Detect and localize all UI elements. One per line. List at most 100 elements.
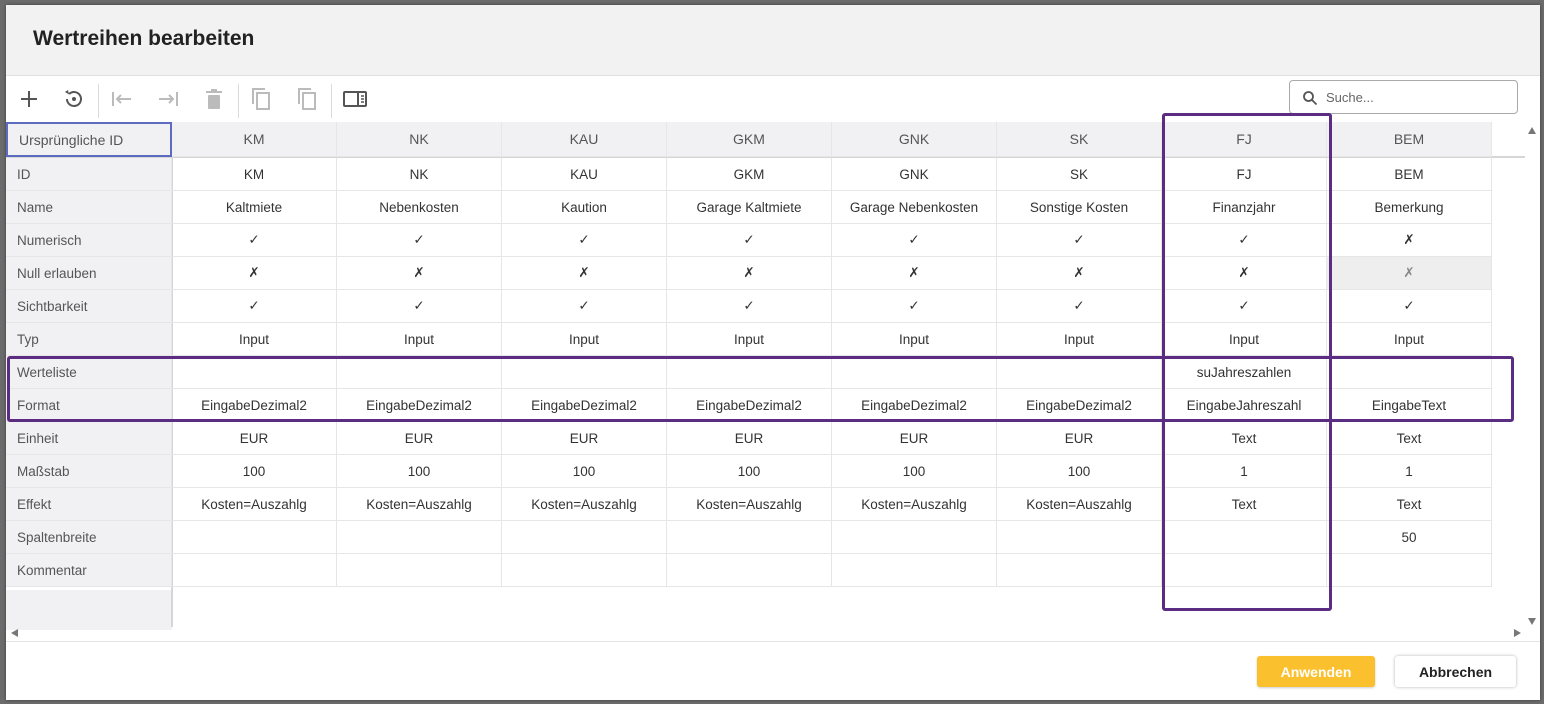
grid-cell[interactable]: ✗: [1327, 257, 1492, 290]
grid-cell[interactable]: Kaltmiete: [172, 191, 337, 224]
column-header[interactable]: KM: [172, 122, 337, 157]
grid-cell[interactable]: ✗: [502, 257, 667, 290]
grid-cell[interactable]: [667, 521, 832, 554]
grid-cell[interactable]: 100: [172, 455, 337, 488]
grid-cell[interactable]: EUR: [832, 422, 997, 455]
apply-button[interactable]: Anwenden: [1257, 656, 1375, 687]
grid-cell[interactable]: 100: [832, 455, 997, 488]
grid-cell[interactable]: EingabeText: [1327, 389, 1492, 422]
grid-cell[interactable]: Kosten=Auszahlg: [502, 488, 667, 521]
grid-cell[interactable]: EingabeDezimal2: [502, 389, 667, 422]
grid-cell[interactable]: EUR: [997, 422, 1162, 455]
grid-cell[interactable]: [337, 554, 502, 587]
grid-cell[interactable]: Input: [1327, 323, 1492, 356]
copy-alt-button[interactable]: [292, 84, 322, 114]
grid-cell[interactable]: SK: [997, 158, 1162, 191]
grid-cell[interactable]: ✓: [337, 224, 502, 257]
move-left-button[interactable]: [107, 84, 137, 114]
grid-cell[interactable]: [172, 356, 337, 389]
grid-cell[interactable]: Text: [1162, 422, 1327, 455]
horizontal-scrollbar[interactable]: [6, 625, 1525, 639]
grid-cell[interactable]: [337, 356, 502, 389]
grid-cell[interactable]: GNK: [832, 158, 997, 191]
grid-cell[interactable]: ✓: [172, 290, 337, 323]
grid-cell[interactable]: Nebenkosten: [337, 191, 502, 224]
grid-cell[interactable]: KM: [172, 158, 337, 191]
grid-cell[interactable]: ✓: [997, 290, 1162, 323]
grid-cell[interactable]: [832, 554, 997, 587]
grid-cell[interactable]: Input: [502, 323, 667, 356]
grid-cell[interactable]: [667, 554, 832, 587]
grid-cell[interactable]: [1162, 554, 1327, 587]
grid-cell[interactable]: EUR: [502, 422, 667, 455]
column-header[interactable]: NK: [337, 122, 502, 157]
grid-cell[interactable]: GKM: [667, 158, 832, 191]
grid-cell[interactable]: Kaution: [502, 191, 667, 224]
grid-cell[interactable]: EingabeJahreszahl: [1162, 389, 1327, 422]
grid-cell[interactable]: ✗: [832, 257, 997, 290]
grid-cell[interactable]: ✓: [832, 224, 997, 257]
copy-button[interactable]: [246, 84, 276, 114]
grid-cell[interactable]: KAU: [502, 158, 667, 191]
column-header[interactable]: GKM: [667, 122, 832, 157]
grid-cell[interactable]: 100: [337, 455, 502, 488]
corner-header[interactable]: Ursprüngliche ID: [6, 122, 172, 157]
cancel-button[interactable]: Abbrechen: [1395, 656, 1516, 687]
grid-cell[interactable]: [502, 356, 667, 389]
move-right-button[interactable]: [153, 84, 183, 114]
grid-cell[interactable]: [667, 356, 832, 389]
grid-cell[interactable]: ✓: [1327, 290, 1492, 323]
grid-cell[interactable]: suJahreszahlen: [1162, 356, 1327, 389]
grid-cell[interactable]: [172, 521, 337, 554]
grid-cell[interactable]: EUR: [667, 422, 832, 455]
scroll-right-icon[interactable]: [1514, 629, 1521, 637]
grid-cell[interactable]: 100: [997, 455, 1162, 488]
search-input[interactable]: [1326, 87, 1506, 107]
column-view-button[interactable]: [340, 84, 370, 114]
scroll-down-icon[interactable]: [1528, 618, 1536, 625]
column-header[interactable]: KAU: [502, 122, 667, 157]
grid-cell[interactable]: Kosten=Auszahlg: [172, 488, 337, 521]
grid-cell[interactable]: ✓: [1162, 290, 1327, 323]
grid-cell[interactable]: ✓: [172, 224, 337, 257]
scroll-up-icon[interactable]: [1528, 127, 1536, 134]
grid-cell[interactable]: EUR: [172, 422, 337, 455]
column-header[interactable]: GNK: [832, 122, 997, 157]
grid-cell[interactable]: [1327, 554, 1492, 587]
scroll-left-icon[interactable]: [11, 629, 18, 637]
grid-cell[interactable]: 100: [667, 455, 832, 488]
grid-cell[interactable]: [997, 521, 1162, 554]
grid-cell[interactable]: ✓: [337, 290, 502, 323]
search-box[interactable]: [1289, 80, 1518, 114]
grid-cell[interactable]: [997, 356, 1162, 389]
grid-cell[interactable]: EingabeDezimal2: [832, 389, 997, 422]
grid-cell[interactable]: [337, 521, 502, 554]
grid-cell[interactable]: [832, 521, 997, 554]
grid-cell[interactable]: EingabeDezimal2: [997, 389, 1162, 422]
grid-cell[interactable]: [1327, 356, 1492, 389]
grid-cell[interactable]: EingabeDezimal2: [172, 389, 337, 422]
grid-cell[interactable]: ✓: [667, 290, 832, 323]
grid-cell[interactable]: Finanzjahr: [1162, 191, 1327, 224]
grid-cell[interactable]: ✓: [502, 224, 667, 257]
grid-cell[interactable]: EUR: [337, 422, 502, 455]
grid-cell[interactable]: Sonstige Kosten: [997, 191, 1162, 224]
grid-cell[interactable]: EingabeDezimal2: [667, 389, 832, 422]
grid-cell[interactable]: ✗: [1327, 224, 1492, 257]
grid-cell[interactable]: [172, 554, 337, 587]
grid-cell[interactable]: Input: [997, 323, 1162, 356]
grid-cell[interactable]: Kosten=Auszahlg: [997, 488, 1162, 521]
grid-cell[interactable]: [997, 554, 1162, 587]
grid-cell[interactable]: BEM: [1327, 158, 1492, 191]
grid-cell[interactable]: [832, 356, 997, 389]
grid-cell[interactable]: [1162, 521, 1327, 554]
grid-cell[interactable]: ✓: [667, 224, 832, 257]
grid-cell[interactable]: Input: [172, 323, 337, 356]
grid-cell[interactable]: Bemerkung: [1327, 191, 1492, 224]
grid-cell[interactable]: Input: [832, 323, 997, 356]
add-button[interactable]: [14, 84, 44, 114]
grid-cell[interactable]: Input: [667, 323, 832, 356]
grid-cell[interactable]: ✓: [1162, 224, 1327, 257]
grid-cell[interactable]: [502, 554, 667, 587]
column-header[interactable]: BEM: [1327, 122, 1492, 157]
